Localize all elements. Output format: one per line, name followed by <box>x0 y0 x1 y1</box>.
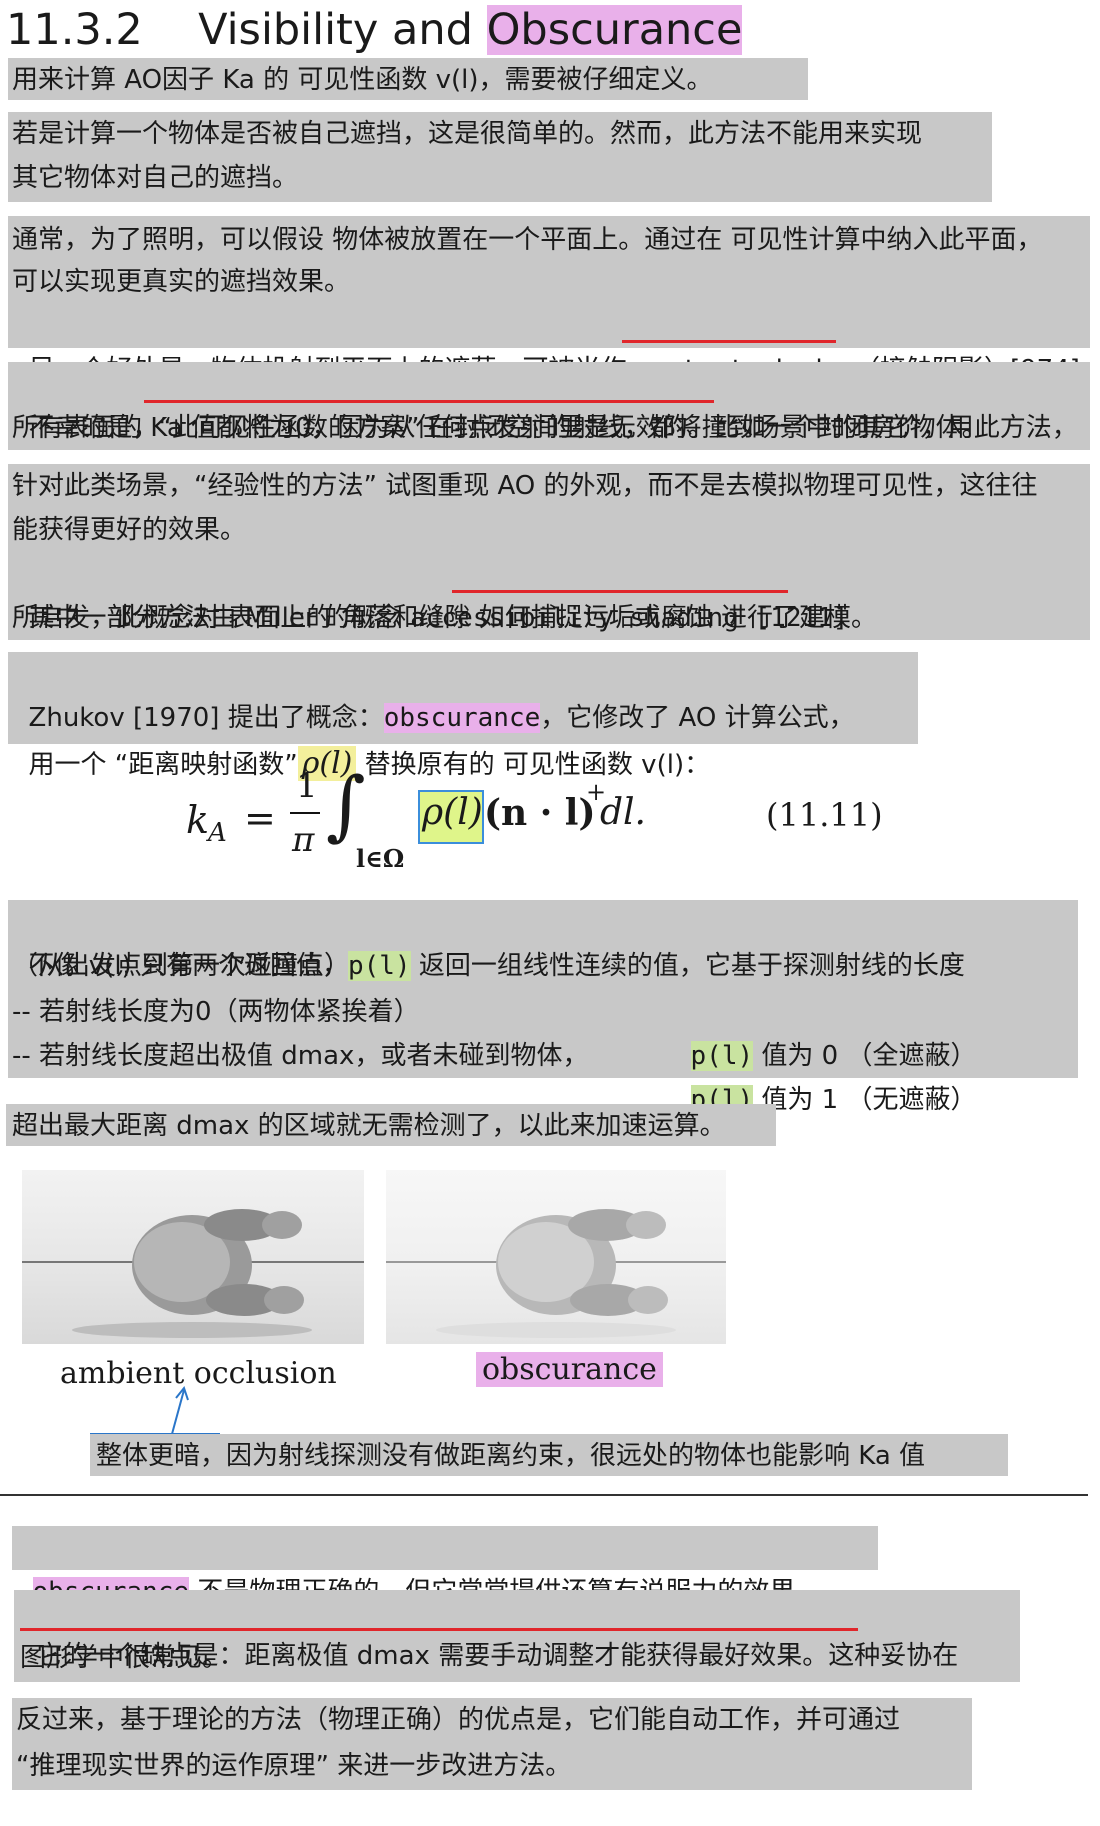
rocket-obscurance-illustration <box>386 1209 726 1338</box>
eq-dot-product: (n · l) <box>484 792 596 834</box>
contact-shadow-underline <box>622 340 836 343</box>
eq-number: (11.11) <box>766 796 883 834</box>
p5-line1: 针对此类场景，“经验性的方法” 试图重现 AO 的外观，而不是去模拟物理可见性，… <box>12 471 1038 501</box>
section-number: 11.3.2 <box>6 5 143 55</box>
p7-line2: （从出发点到第一次碰撞点） <box>12 951 351 981</box>
caption-obscurance: obscurance <box>476 1352 663 1387</box>
p1-line1: 用来计算 AO因子 Ka 的 可见性函数 v(l)，需要被仔细定义。 <box>12 65 713 95</box>
p7-line4-c: 值为 1 （无遮蔽） <box>753 1085 977 1115</box>
p5-line4: 所启发，此概念对 表面上的 角落和缝隙 如何捕捉污垢或腐蚀 进行了建模。 <box>12 603 878 633</box>
equation-11-11: k A = 1 π ∫ l∈Ω ρ(l) (n · l) + dl. (11.1… <box>186 760 886 876</box>
p2-line2: 其它物体对自己的遮挡。 <box>12 163 299 193</box>
p10-line2: 图形学中很常见。 <box>20 1643 229 1673</box>
eq-tail: dl. <box>600 792 647 833</box>
p11-line2: “推理现实世界的运作原理” 来进一步改进方法。 <box>16 1751 572 1781</box>
rocket-ao-illustration <box>22 1209 364 1338</box>
p11-line1: 反过来，基于理论的方法（物理正确）的优点是，它们能自动工作，并可通过 <box>16 1705 901 1735</box>
eq-lhs: k <box>186 798 210 842</box>
eq-frac-den: π <box>292 820 315 860</box>
p4-line2: 所有表面的 Ka 值都将为0，因为从任何点发射的射线，都将撞到场景中的其它物体。 <box>12 413 988 443</box>
ambient-occlusion-image <box>22 1170 364 1344</box>
section-title-highlight: Obscurance <box>486 5 743 55</box>
eq-integral-sub: l∈Ω <box>356 844 405 873</box>
section-title: Visibility and <box>198 5 487 55</box>
p7-line4-a: -- 若射线长度超出极值 dmax，或者未碰到物体， <box>12 1041 589 1071</box>
p10-line1-b: 。这种妥协在 <box>802 1641 959 1671</box>
eq-rho: ρ(l) <box>422 792 483 833</box>
eq-integral: ∫ <box>326 760 366 849</box>
eq-frac-bar <box>290 812 320 814</box>
eq-equals: = <box>244 796 276 840</box>
p8-line1: 超出最大距离 dmax 的区域就无需检测了，以此来加速运算。 <box>12 1111 726 1141</box>
annotation-note: 整体更暗，因为射线探测没有做距离约束，很远处的物体也能影响 Ka 值 <box>96 1441 926 1471</box>
p2-line1: 若是计算一个物体是否被自己遮挡，这是很简单的。然而，此方法不能用来实现 <box>12 119 923 149</box>
p7-line1-c: 返回一组线性连续的值，它基于探测射线的长度 <box>410 951 965 981</box>
section-divider <box>0 1494 1088 1496</box>
p-l-term-1: p(l) <box>347 951 411 981</box>
accessibility-shading-underline <box>452 590 788 593</box>
p3-line1: 通常，为了照明，可以假设 物体被放置在一个平面上。通过在 可见性计算中纳入此平面… <box>12 225 1043 255</box>
p7-line3-a: -- 若射线长度为0（两物体紧挨着） <box>12 997 420 1027</box>
annotation-arrow <box>90 1385 220 1435</box>
p5-line2: 能获得更好的效果。 <box>12 515 247 545</box>
obscurance-image <box>386 1170 726 1344</box>
eq-frac-num: 1 <box>296 766 318 806</box>
enclosed-space-underline <box>144 400 714 403</box>
p3-line2: 可以实现更真实的遮挡效果。 <box>12 267 351 297</box>
eq-lhs-sub: A <box>208 818 227 848</box>
section-heading: 11.3.2 Visibility and Obscurance <box>6 2 743 58</box>
drawback-underline <box>20 1628 858 1631</box>
